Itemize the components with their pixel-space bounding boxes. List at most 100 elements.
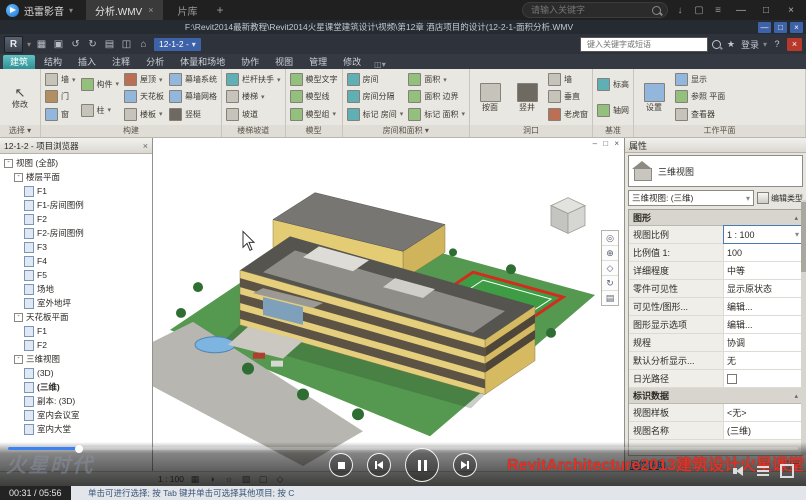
save-icon[interactable]: ▣ [52, 39, 65, 50]
show-workplane-button[interactable]: 显示 [675, 72, 725, 88]
player-search-input[interactable] [529, 4, 648, 16]
tree-item[interactable]: F1-房间图例 [0, 198, 152, 212]
tree-item[interactable]: F5 [0, 268, 152, 282]
tree-item[interactable]: 室内会议室 [0, 408, 152, 422]
document-switcher[interactable]: 12-1-2 - ▾ [154, 38, 201, 51]
login-caret-icon[interactable]: ▾ [763, 40, 767, 49]
tag-room-button[interactable]: 标记 房间▾ [347, 106, 404, 122]
tag-area-button[interactable]: 标记 面积▾ [408, 106, 465, 122]
tree-item[interactable]: (3D) [0, 366, 152, 380]
tree-item[interactable]: F2-房间图例 [0, 226, 152, 240]
dormer-button[interactable]: 老虎窗 [548, 106, 588, 122]
panel-room-area-label[interactable]: 房间和面积 ▾ [343, 125, 470, 137]
railing-button[interactable]: 栏杆扶手▾ [226, 72, 281, 88]
tree-item[interactable]: F1 [0, 184, 152, 198]
tree-item-selected[interactable]: (三维) [0, 380, 152, 394]
edit-type-button[interactable]: 编辑类型 [757, 192, 803, 204]
rewind-icon[interactable]: ▤ [602, 291, 618, 305]
type-preview[interactable]: 三维视图 [628, 155, 803, 187]
area-boundary-button[interactable]: 面积 边界 [408, 89, 465, 105]
login-label[interactable]: 登录 [741, 38, 759, 51]
tree-item[interactable]: F3 [0, 240, 152, 254]
model-group-button[interactable]: 模型组▾ [290, 106, 338, 122]
tree-item[interactable]: 室内大堂 [0, 422, 152, 436]
tab-library[interactable]: 片库 [168, 3, 208, 18]
tree-item[interactable]: -天花板平面 [0, 310, 152, 324]
tab-current-video[interactable]: 分析.WMV × [86, 0, 162, 20]
panel-select-label[interactable]: 选择 ▾ [0, 125, 40, 137]
tab-analyze[interactable]: 分析 [139, 55, 171, 69]
floor-button[interactable]: 楼板▾ [124, 106, 164, 122]
property-row[interactable]: 日光路径 [629, 370, 802, 388]
search-icon[interactable] [652, 6, 661, 15]
revit-minimize-button[interactable]: — [758, 22, 771, 33]
curtain-system-button[interactable]: 幕墙系统 [169, 72, 217, 88]
undo-icon[interactable]: ↺ [69, 39, 82, 50]
play-pause-button[interactable] [405, 448, 439, 482]
playlist-button[interactable] [757, 466, 769, 476]
property-row[interactable]: 零件可见性显示原状态 [629, 280, 802, 298]
infocenter-search-box[interactable] [580, 37, 708, 52]
section-graphics[interactable]: 图形▴ [629, 210, 802, 226]
property-row[interactable]: 视图样板<无> [629, 404, 802, 422]
tab-view[interactable]: 视图 [268, 55, 300, 69]
ribbon-display-toggle-icon[interactable]: ◫▾ [374, 60, 386, 69]
tree-item[interactable]: -三维视图 [0, 352, 152, 366]
zoom-icon[interactable]: ◇ [602, 261, 618, 276]
tab-close-icon[interactable]: × [148, 5, 153, 15]
properties-header[interactable]: 属性 [625, 138, 806, 153]
revit-app-button[interactable]: R [4, 36, 23, 53]
navigation-bar[interactable]: ◎ ⊕ ◇ ↻ ▤ [601, 230, 619, 306]
tree-item[interactable]: 室外地坪 [0, 296, 152, 310]
door-button[interactable]: 门 [45, 89, 76, 105]
grid-button[interactable]: 轴网 [597, 102, 629, 118]
curtain-grid-button[interactable]: 幕墙网格 [169, 89, 217, 105]
tab-manage[interactable]: 管理 [302, 55, 334, 69]
skin-icon[interactable]: ▢ [692, 5, 706, 16]
tree-item[interactable]: -视图 (全部) [0, 156, 152, 170]
navigation-wheel-icon[interactable]: ◎ [602, 231, 618, 246]
wall-button[interactable]: 墙▾ [45, 72, 76, 88]
mullion-button[interactable]: 竖梃 [169, 106, 217, 122]
default-3d-view-icon[interactable]: ⌂ [137, 39, 150, 50]
fullscreen-button[interactable] [780, 464, 794, 478]
tree-item[interactable]: 副本: (3D) [0, 394, 152, 408]
room-separator-button[interactable]: 房间分隔 [347, 89, 404, 105]
modify-button[interactable]: ↖ 修改 [4, 71, 36, 123]
help-icon[interactable]: ? [771, 39, 783, 49]
tree-item[interactable]: -楼层平面 [0, 170, 152, 184]
video-area[interactable]: F:\Revit2014最新教程\Revit2014火星课堂建筑设计\视频\第1… [0, 20, 806, 500]
tab-massing-site[interactable]: 体量和场地 [173, 55, 232, 69]
level-button[interactable]: 标高 [597, 76, 629, 92]
column-button[interactable]: 柱▾ [81, 102, 120, 118]
component-button[interactable]: 构件▾ [81, 76, 120, 92]
window-button[interactable]: 窗 [45, 106, 76, 122]
wall-opening-button[interactable]: 墙 [548, 72, 588, 88]
roof-button[interactable]: 屋顶▾ [124, 72, 164, 88]
tree-item[interactable]: 场地 [0, 282, 152, 296]
shaft-button[interactable]: 竖井 [511, 71, 543, 123]
tab-modify[interactable]: 修改 [336, 55, 368, 69]
maximize-button[interactable]: □ [757, 5, 775, 16]
tab-architecture[interactable]: 建筑 [3, 55, 35, 69]
revit-restore-button[interactable]: □ [774, 22, 787, 33]
view-window-controls[interactable]: – □ × [593, 139, 621, 148]
collapse-icon[interactable]: - [14, 355, 23, 364]
app-menu-caret-icon[interactable]: ▾ [69, 6, 73, 15]
property-row[interactable]: 默认分析显示...无 [629, 352, 802, 370]
property-row[interactable]: 视图名称(三维) [629, 422, 802, 440]
tree-item[interactable]: F2 [0, 338, 152, 352]
ref-plane-button[interactable]: 参照 平面 [675, 89, 725, 105]
tab-insert[interactable]: 插入 [71, 55, 103, 69]
set-workplane-button[interactable]: 设置 [638, 71, 670, 123]
document-close-button[interactable]: × [787, 38, 802, 51]
view-scale-value[interactable]: 1 : 100▾ [724, 226, 802, 243]
favorites-star-icon[interactable]: ★ [725, 39, 737, 50]
app-button-caret-icon[interactable]: ▾ [27, 40, 31, 49]
new-tab-button[interactable]: + [213, 3, 228, 17]
revit-close-button[interactable]: × [790, 22, 803, 33]
property-row[interactable]: 规程协调 [629, 334, 802, 352]
drawing-area-3d-view[interactable]: – □ × ◎ ⊕ ◇ ↻ ▤ [153, 138, 624, 471]
infocenter-search-input[interactable] [585, 39, 703, 50]
vertical-opening-button[interactable]: 垂直 [548, 89, 588, 105]
